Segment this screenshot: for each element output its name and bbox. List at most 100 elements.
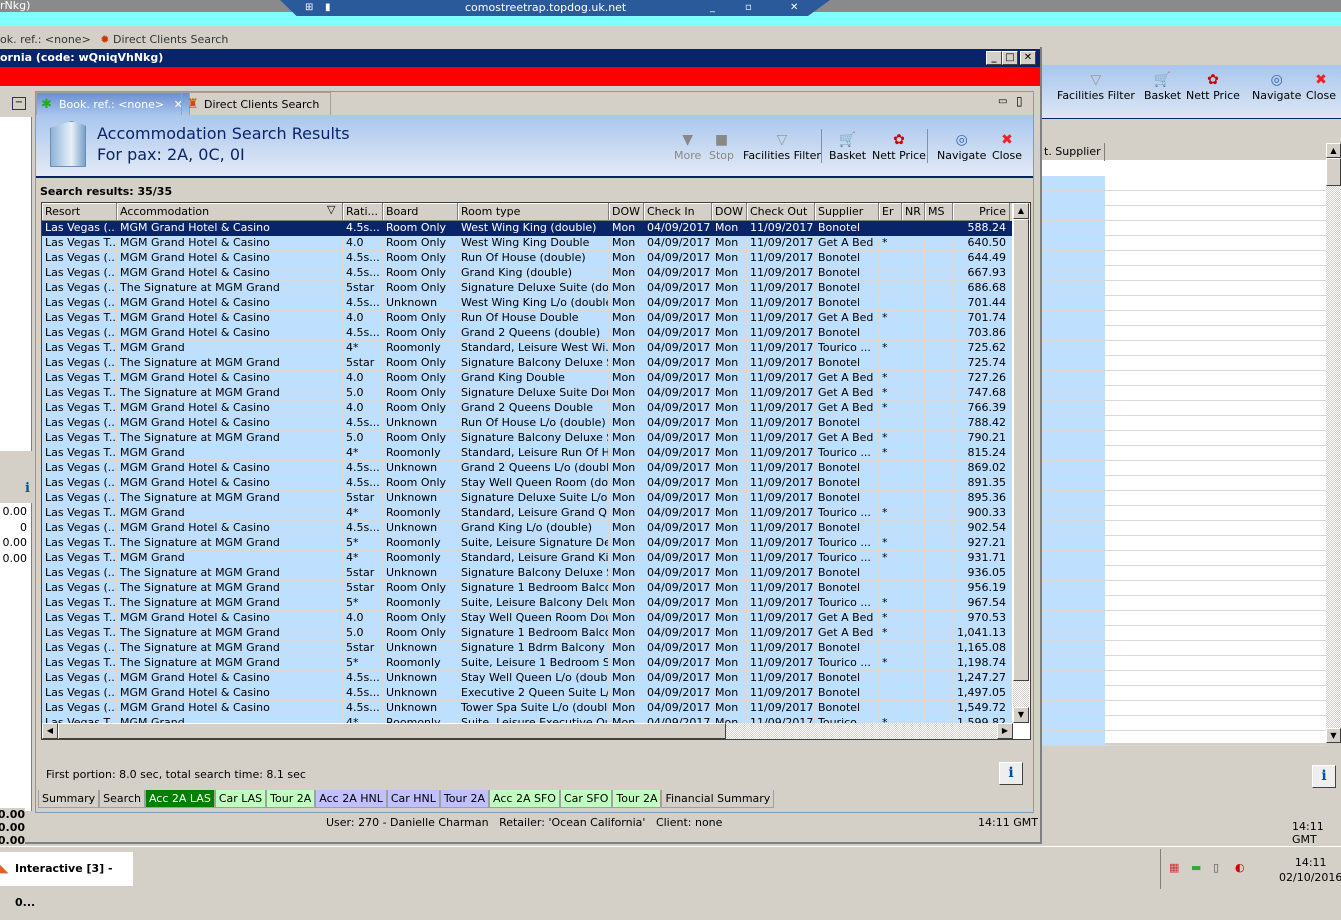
panel-maximize-icon[interactable]: ▯ [1016,94,1023,108]
table-row[interactable]: Las Vegas (... MGM Grand Hotel & Casino 4.… [42,221,1012,236]
panel-minimize-icon[interactable]: ▭ [998,96,1007,107]
filter-icon[interactable]: ▽ [327,203,335,216]
column-header-accommodation[interactable]: Accommodation [117,203,343,221]
table-row[interactable]: Las Vegas (... MGM Grand Hotel & Casino 4.… [42,461,1012,476]
column-header-check-in[interactable]: Check In [644,203,712,221]
hscroll-thumb[interactable] [58,723,726,739]
itinerary-tab[interactable]: Financial Summary [661,790,775,808]
info-icon[interactable]: i [25,481,30,496]
tray-volume-muted-icon[interactable]: ◐ [1235,861,1245,874]
table-row[interactable]: Las Vegas (... MGM Grand Hotel & Casino 4.… [42,686,1012,701]
table-row[interactable]: Las Vegas T... MGM Grand 4* Roomonly Standar… [42,551,1012,566]
vertical-scrollbar[interactable]: ▲ ▼ [1013,203,1029,723]
bg-navigate-button[interactable]: ◎ Navigate [1252,71,1301,102]
window-titlebar[interactable]: ornia (code: wQniqVhNkg) _ □ ✕ [0,49,1040,67]
table-row[interactable]: Las Vegas T... MGM Grand 4* Roomonly Standar… [42,446,1012,461]
table-row[interactable]: Las Vegas (... The Signature at MGM Grand… [42,581,1012,596]
itinerary-tab[interactable]: Tour 2A [612,790,662,808]
scroll-right-button[interactable]: ▶ [997,723,1013,739]
table-row[interactable]: Las Vegas T... MGM Grand Hotel & Casino 4.… [42,401,1012,416]
column-header-er[interactable]: Er [879,203,902,221]
bg-tab-book-ref[interactable]: ok. ref.: <none> [0,33,91,46]
itinerary-tab[interactable]: Tour 2A [439,790,490,808]
facilities-filter-button[interactable]: ▽ Facilities Filter [743,131,821,162]
minimize-icon[interactable]: _ [710,1,715,15]
horizontal-scrollbar[interactable]: ◀ ▶ [42,723,1013,739]
scroll-up-button[interactable]: ▲ [1013,203,1029,219]
close-icon[interactable]: ✕ [790,1,798,15]
itinerary-tab[interactable]: Acc 2A LAS [144,790,215,808]
table-row[interactable]: Las Vegas T... MGM Grand Hotel & Casino 4.… [42,611,1012,626]
table-row[interactable]: Las Vegas (... MGM Grand Hotel & Casino 4.… [42,266,1012,281]
navigate-button[interactable]: ◎ Navigate [937,131,986,162]
table-row[interactable]: Las Vegas T... The Signature at MGM Grand… [42,596,1012,611]
table-row[interactable]: Las Vegas T... MGM Grand Hotel & Casino 4.… [42,311,1012,326]
table-row[interactable]: Las Vegas T... The Signature at MGM Grand… [42,386,1012,401]
tray-battery-icon[interactable]: ▬ [1191,861,1201,874]
itinerary-tab[interactable]: Car SFO [559,790,613,808]
itinerary-tab[interactable]: Acc 2A SFO [489,790,560,808]
bg-vertical-scrollbar[interactable]: ▲ ▼ [1326,143,1341,743]
table-row[interactable]: Las Vegas T... The Signature at MGM Grand… [42,536,1012,551]
tab-direct-clients-search[interactable]: ♜ Direct Clients Search [181,92,331,115]
bg-tab-direct-clients[interactable]: Direct Clients Search [113,33,228,46]
table-row[interactable]: Las Vegas T... MGM Grand Hotel & Casino 4.… [42,371,1012,386]
pin-icon[interactable]: ⊞ [305,1,313,15]
itinerary-tab[interactable]: Car LAS [214,790,267,808]
table-row[interactable]: Las Vegas (... MGM Grand Hotel & Casino 4.… [42,296,1012,311]
table-row[interactable]: Las Vegas (... MGM Grand Hotel & Casino 4.… [42,521,1012,536]
bg-info-button[interactable]: i [1312,765,1336,788]
table-row[interactable]: Las Vegas T... The Signature at MGM Grand… [42,656,1012,671]
info-button[interactable]: i [999,762,1023,785]
column-header-nr[interactable]: NR [902,203,925,221]
itinerary-tab[interactable]: Tour 2A [266,790,316,808]
itinerary-tab[interactable]: Search [99,790,145,808]
table-row[interactable]: Las Vegas T... MGM Grand 4* Roomonly Standar… [42,506,1012,521]
table-row[interactable]: Las Vegas (... MGM Grand Hotel & Casino 4.… [42,326,1012,341]
column-header-dow-in[interactable]: DOW [609,203,644,221]
table-row[interactable]: Las Vegas T... The Signature at MGM Grand… [42,431,1012,446]
column-header-dow-out[interactable]: DOW [712,203,747,221]
table-row[interactable]: Las Vegas (... The Signature at MGM Grand… [42,281,1012,296]
table-row[interactable]: Las Vegas T... MGM Grand 4* Roomonly Standar… [42,341,1012,356]
table-row[interactable]: Las Vegas (... The Signature at MGM Grand… [42,641,1012,656]
column-header-check-out[interactable]: Check Out [747,203,815,221]
itinerary-tab[interactable]: Summary [38,790,100,808]
minimize-button[interactable]: _ [986,51,1002,65]
column-header-ms[interactable]: MS [925,203,953,221]
column-header-board[interactable]: Board [383,203,458,221]
tray-clock[interactable]: 14:11 02/10/2016 [1279,855,1341,885]
scroll-down-button[interactable]: ▼ [1013,707,1029,723]
nett-price-button[interactable]: ✿ Nett Price [872,131,926,162]
table-row[interactable]: Las Vegas (... MGM Grand Hotel & Casino 4.… [42,671,1012,686]
table-row[interactable]: Las Vegas T... MGM Grand Hotel & Casino 4.… [42,236,1012,251]
table-row[interactable]: Las Vegas (... MGM Grand Hotel & Casino 4.… [42,251,1012,266]
table-row[interactable]: Las Vegas (... MGM Grand Hotel & Casino 4.… [42,476,1012,491]
restore-icon[interactable]: ▫ [745,1,752,15]
table-row[interactable]: Las Vegas (... The Signature at MGM Grand… [42,356,1012,371]
column-header-resort[interactable]: Resort [42,203,117,221]
bg-column-supplier[interactable]: t. Supplier [1042,143,1105,161]
taskbar-app-button[interactable]: ◣ Interactive [3] - 0... [0,852,133,909]
bg-close-button[interactable]: ✖ Close [1306,71,1336,102]
scroll-thumb[interactable] [1013,219,1029,681]
tab-book-ref[interactable]: ✱ Book. ref.: <none> ✕ [36,92,190,115]
table-row[interactable]: Las Vegas (... MGM Grand Hotel & Casino 4.… [42,701,1012,716]
itinerary-tab[interactable]: Car HNL [386,790,440,808]
basket-button[interactable]: 🛒 Basket [829,131,866,162]
tray-network-icon[interactable]: ▦ [1169,861,1179,874]
table-row[interactable]: Las Vegas (... MGM Grand Hotel & Casino 4.… [42,416,1012,431]
more-button[interactable]: ▼ More [674,131,701,162]
bg-nett-price-button[interactable]: ✿ Nett Price [1186,71,1240,102]
table-row[interactable]: Las Vegas (... The Signature at MGM Grand… [42,566,1012,581]
column-header-supplier[interactable]: Supplier [815,203,879,221]
stop-button[interactable]: ■ Stop [709,131,734,162]
close-window-button[interactable]: ✕ [1020,51,1036,65]
maximize-button[interactable]: □ [1002,51,1018,65]
tray-device-icon[interactable]: ▯ [1213,861,1219,874]
column-header-room-type[interactable]: Room type [458,203,609,221]
bg-facilities-filter-button[interactable]: ▽ Facilities Filter [1057,71,1135,102]
column-header-rating[interactable]: Rati... [343,203,383,221]
close-button[interactable]: ✖ Close [992,131,1022,162]
table-row[interactable]: Las Vegas (... The Signature at MGM Grand… [42,491,1012,506]
